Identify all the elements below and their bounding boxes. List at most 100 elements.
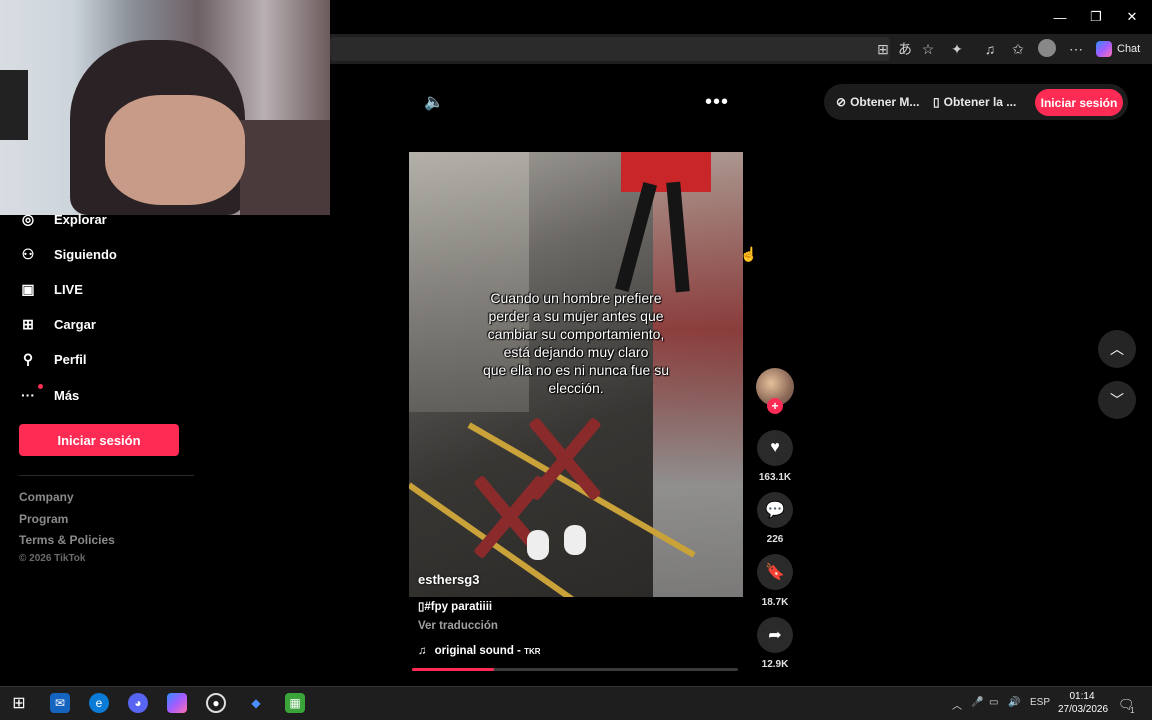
more-options-icon[interactable]: ⋯ bbox=[1065, 38, 1087, 60]
sidebar-item-live[interactable]: ▣ LIVE bbox=[20, 275, 83, 303]
header-login-button[interactable]: Iniciar sesión bbox=[1035, 89, 1123, 116]
like-count: 163.1K bbox=[758, 472, 792, 483]
save-count: 18.7K bbox=[761, 597, 789, 608]
restore-button[interactable]: ❐ bbox=[1078, 4, 1114, 30]
video-description: ▯#fpy paratiiii bbox=[418, 599, 492, 613]
webcam-person-fist bbox=[105, 95, 245, 205]
see-translation-link[interactable]: Ver traducción bbox=[418, 620, 498, 632]
split-screen-icon[interactable]: ♫ bbox=[979, 38, 1001, 60]
video-author[interactable]: esthersg3 bbox=[418, 572, 479, 587]
copilot-icon bbox=[1096, 41, 1112, 57]
close-button[interactable]: ✕ bbox=[1114, 4, 1150, 30]
volume-icon[interactable]: 🔈 bbox=[424, 92, 444, 112]
tray-overflow-icon[interactable]: ︿ bbox=[952, 697, 962, 712]
hand-cursor-icon: ☝ bbox=[740, 246, 758, 262]
sidebar-item-label: Más bbox=[54, 387, 80, 403]
chat-label: Chat bbox=[1117, 43, 1141, 55]
clock-time: 01:14 bbox=[1069, 691, 1095, 702]
compass-icon: ◎ bbox=[21, 210, 35, 227]
like-button[interactable]: ♥ bbox=[757, 430, 793, 466]
person-icon: ⚲ bbox=[22, 350, 34, 367]
coin-icon: ⊘ bbox=[836, 95, 847, 109]
sidebar-item-explorar[interactable]: ◎ Explorar bbox=[20, 205, 107, 233]
sidebar-item-label: LIVE bbox=[54, 281, 83, 297]
follow-plus-icon[interactable]: + bbox=[767, 398, 783, 414]
get-app-button[interactable]: ⊘ Obtener M... bbox=[836, 95, 919, 109]
favorites-icon[interactable]: ✩ bbox=[1007, 38, 1029, 60]
video-person-leg bbox=[615, 182, 657, 292]
save-button[interactable]: 🔖 bbox=[757, 554, 793, 590]
minimize-button[interactable]: — bbox=[1042, 4, 1078, 30]
discord-icon[interactable]: ◕ bbox=[128, 693, 148, 713]
video-progress-bar[interactable] bbox=[412, 668, 738, 671]
get-mobile-app-button[interactable]: ▯ Obtener la ... bbox=[933, 95, 1016, 109]
network-icon[interactable]: ▭ bbox=[989, 697, 998, 708]
copilot-chat-button[interactable]: Chat bbox=[1096, 37, 1140, 61]
footer-link-company[interactable]: Company bbox=[19, 490, 74, 504]
notification-dot bbox=[38, 384, 43, 389]
music-note-icon: ♫ bbox=[418, 645, 427, 657]
webcam-overlay bbox=[0, 0, 330, 215]
sidebar-item-label: Siguiendo bbox=[54, 246, 117, 262]
footer-link-program[interactable]: Program bbox=[19, 512, 68, 526]
language-indicator[interactable]: ESP bbox=[1030, 697, 1050, 708]
screen: — ❐ ✕ ⊞ あ ☆ ✦ ♫ ✩ ⋯ Chat ◎ Explorar ⚇ Si… bbox=[0, 0, 1152, 720]
sidebar-login-button[interactable]: Iniciar sesión bbox=[19, 424, 179, 456]
share-count: 12.9K bbox=[761, 659, 789, 670]
previous-video-button[interactable]: ︿ bbox=[1098, 330, 1136, 368]
windows-start-icon[interactable]: ⊞ bbox=[9, 693, 29, 713]
sidebar-item-label: Cargar bbox=[54, 316, 96, 332]
video-sound[interactable]: ♫ original sound - TKR bbox=[418, 645, 541, 657]
footer-link-terms[interactable]: Terms & Policies bbox=[19, 533, 115, 547]
share-button[interactable]: ➦ bbox=[757, 617, 793, 653]
system-clock[interactable]: 01:14 27/03/2026 bbox=[1058, 690, 1109, 716]
chevron-up-icon: ︿ bbox=[1110, 341, 1124, 357]
sidebar-item-label: Perfil bbox=[54, 351, 87, 367]
video-caption: Cuando un hombre prefiere perder a su mu… bbox=[482, 290, 670, 396]
clock-date: 27/03/2026 bbox=[1058, 704, 1109, 715]
chevron-down-icon: ﹀ bbox=[1110, 392, 1124, 408]
comment-bubble-icon: 💬 bbox=[765, 502, 785, 519]
get-mobile-app-label: Obtener la ... bbox=[943, 95, 1017, 109]
comment-count: 226 bbox=[766, 534, 784, 545]
sound-title: original sound - bbox=[434, 645, 521, 657]
more-options-icon[interactable]: ••• bbox=[705, 91, 728, 113]
comment-button[interactable]: 💬 bbox=[757, 492, 793, 528]
share-arrow-icon: ➦ bbox=[768, 627, 782, 644]
sidebar-item-label: Explorar bbox=[54, 211, 107, 227]
sound-tag: TKR bbox=[524, 647, 541, 656]
sidebar-item-cargar[interactable]: ⊞ Cargar bbox=[20, 310, 96, 338]
copyright-text: © 2026 TikTok bbox=[19, 553, 86, 564]
obs-recorder-icon[interactable]: ● bbox=[206, 693, 226, 713]
minecraft-icon[interactable]: ▦ bbox=[285, 693, 305, 713]
favorite-star-icon[interactable]: ☆ bbox=[917, 38, 939, 60]
notification-count: 1 bbox=[1130, 706, 1135, 715]
bookmark-icon: 🔖 bbox=[765, 564, 785, 581]
profile-avatar-icon[interactable] bbox=[1038, 39, 1056, 57]
video-progress-fill bbox=[412, 668, 494, 671]
sidebar-item-mas[interactable]: ··· Más bbox=[20, 381, 79, 409]
more-dots-icon: ··· bbox=[20, 384, 43, 403]
copilot-app-icon[interactable] bbox=[167, 693, 187, 713]
sidebar: ◎ Explorar ⚇ Siguiendo ▣ LIVE ⊞ Cargar ⚲… bbox=[0, 211, 330, 685]
webcam-person-hood bbox=[240, 120, 330, 215]
extensions-icon[interactable]: ✦ bbox=[946, 38, 968, 60]
phone-icon: ▯ bbox=[933, 95, 940, 109]
mail-app-icon[interactable]: ✉ bbox=[50, 693, 70, 713]
sidebar-item-siguiendo[interactable]: ⚇ Siguiendo bbox=[20, 240, 117, 268]
app-grid-icon[interactable]: ⊞ bbox=[872, 38, 894, 60]
sidebar-item-perfil[interactable]: ⚲ Perfil bbox=[20, 345, 87, 373]
speaker-icon[interactable]: 🔊 bbox=[1008, 697, 1020, 708]
video-shoe bbox=[527, 530, 549, 560]
editor-app-icon[interactable]: ◆ bbox=[246, 693, 266, 713]
address-bar[interactable] bbox=[330, 37, 890, 61]
edge-browser-icon[interactable]: e bbox=[89, 693, 109, 713]
sidebar-divider bbox=[19, 475, 194, 476]
video-shoe bbox=[564, 525, 586, 555]
heart-icon: ♥ bbox=[770, 439, 780, 456]
microphone-icon[interactable]: 🎤 bbox=[971, 697, 983, 708]
read-aloud-icon[interactable]: あ bbox=[894, 38, 916, 60]
user-follow-icon: ⚇ bbox=[21, 245, 35, 262]
next-video-button[interactable]: ﹀ bbox=[1098, 381, 1136, 419]
video-player[interactable]: Cuando un hombre prefiere perder a su mu… bbox=[409, 152, 743, 597]
